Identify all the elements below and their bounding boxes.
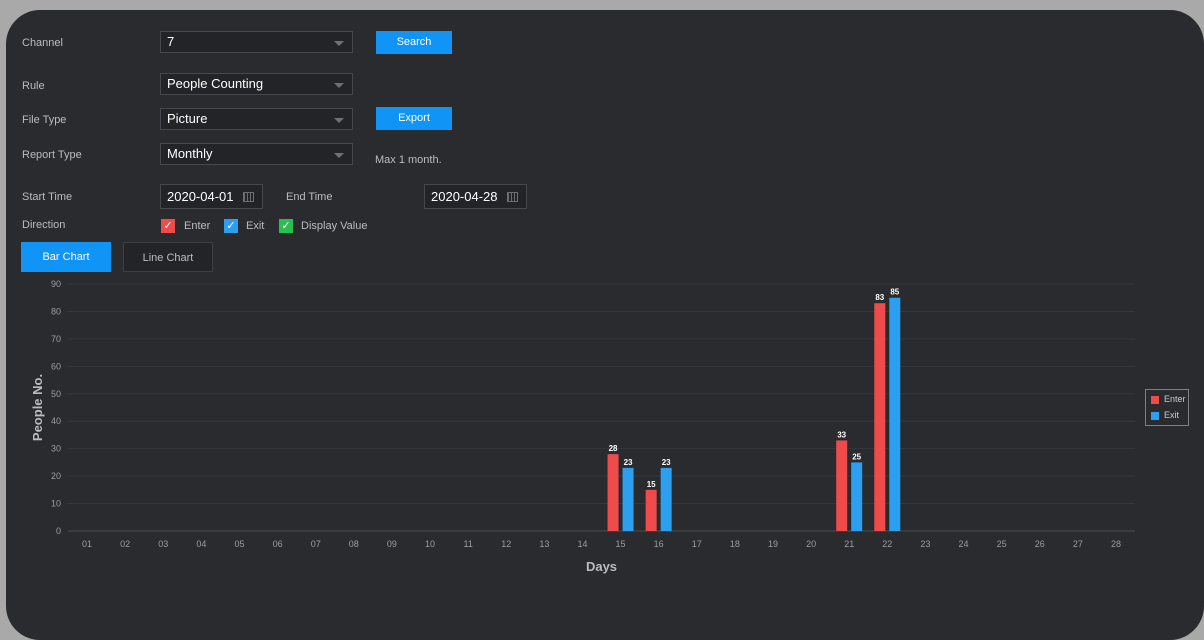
x-tick-label: 09 [387,539,397,549]
chart-legend: Enter Exit [1145,389,1189,426]
data-label: 15 [647,480,656,489]
bar-enter-22 [874,303,886,531]
y-tick-label: 80 [51,306,61,316]
x-tick-label: 26 [1035,539,1045,549]
bar-enter-15 [607,454,619,531]
legend-swatch-exit [1151,412,1159,420]
x-tick-label: 05 [234,539,244,549]
x-tick-label: 04 [196,539,206,549]
bar-enter-16 [645,489,657,531]
x-tick-label: 23 [920,539,930,549]
data-label: 83 [875,293,884,302]
x-tick-label: 01 [82,539,92,549]
legend-label-exit: Exit [1164,410,1180,420]
x-tick-label: 22 [882,539,892,549]
bar-exit-16 [660,467,672,531]
bar-exit-15 [622,467,634,531]
y-tick-label: 10 [51,499,61,509]
x-tick-label: 25 [997,539,1007,549]
y-tick-label: 60 [51,361,61,371]
bar-exit-21 [851,462,863,531]
x-tick-label: 02 [120,539,130,549]
data-label: 23 [662,458,671,467]
y-tick-label: 0 [56,526,61,536]
y-tick-label: 20 [51,471,61,481]
y-tick-label: 40 [51,416,61,426]
bar-enter-21 [836,440,848,531]
x-tick-label: 16 [654,539,664,549]
legend-swatch-enter [1151,396,1159,404]
x-tick-label: 28 [1111,539,1121,549]
x-tick-label: 24 [959,539,969,549]
x-tick-label: 14 [577,539,587,549]
x-tick-label: 27 [1073,539,1083,549]
data-label: 28 [609,444,618,453]
y-axis-title: People No. [30,374,45,441]
y-tick-label: 90 [51,279,61,289]
y-tick-label: 50 [51,389,61,399]
x-tick-label: 19 [768,539,778,549]
x-tick-label: 06 [273,539,283,549]
y-tick-label: 30 [51,444,61,454]
x-tick-label: 17 [692,539,702,549]
x-axis-title: Days [586,559,617,574]
x-tick-label: 21 [844,539,854,549]
data-label: 25 [852,452,861,461]
x-tick-label: 10 [425,539,435,549]
data-label: 85 [890,288,899,297]
x-tick-label: 20 [806,539,816,549]
bar-exit-22 [889,297,901,531]
people-count-bar-chart: 0 10 20 30 40 50 60 70 80 90 01 02 03 04 05 06 07 08 09 10 1… [30,279,1135,574]
x-tick-label: 18 [730,539,740,549]
x-tick-label: 13 [539,539,549,549]
x-tick-label: 08 [349,539,359,549]
data-label: 33 [837,430,846,439]
x-tick-label: 12 [501,539,511,549]
x-tick-label: 15 [616,539,626,549]
x-tick-label: 11 [463,539,472,549]
y-tick-label: 70 [51,334,61,344]
x-tick-label: 07 [311,539,321,549]
x-tick-label: 03 [158,539,168,549]
data-label: 23 [624,458,633,467]
legend-label-enter: Enter [1164,394,1186,404]
